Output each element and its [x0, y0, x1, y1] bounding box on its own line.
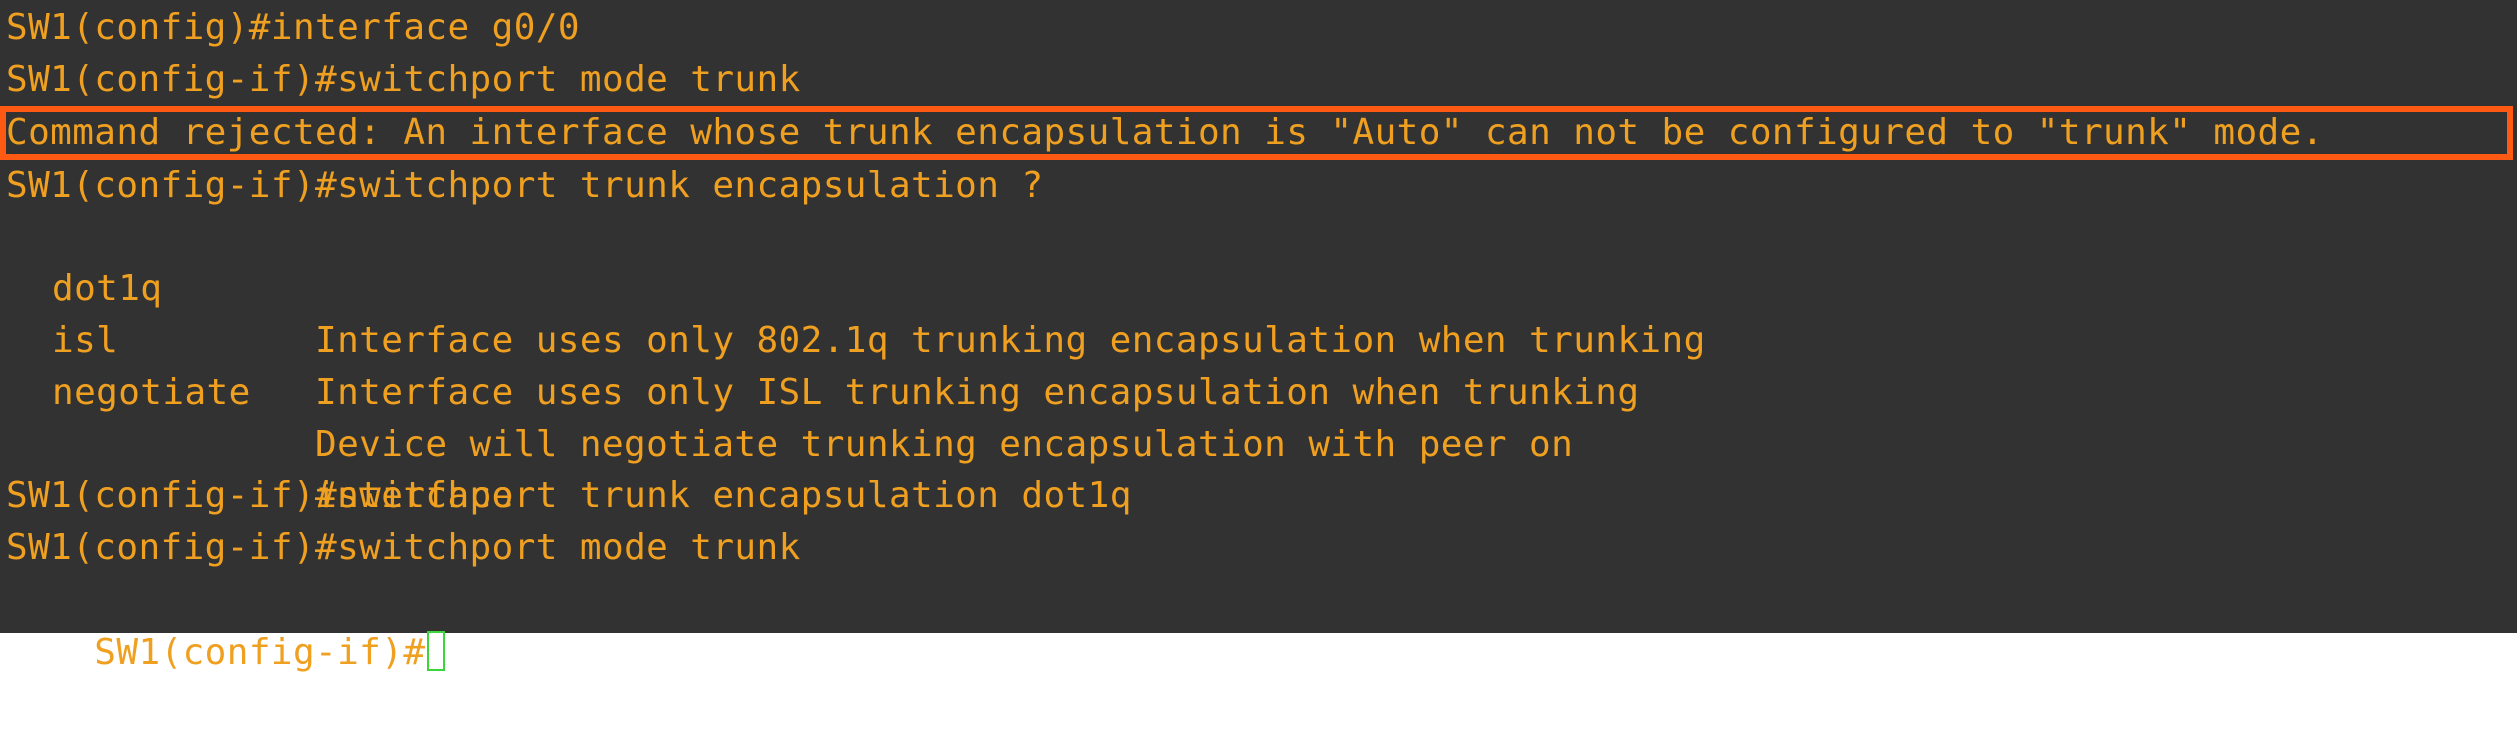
terminal-line: SW1(config-if)#switchport mode trunk: [6, 527, 801, 568]
help-row: negotiate Device will negotiate trunking…: [0, 315, 2517, 465]
help-description: Device will negotiate trunking encapsula…: [315, 424, 1574, 465]
terminal-line: SW1(config-if)#switchport mode trunk: [6, 59, 801, 100]
help-row: dot1q Interface uses only 802.1q trunkin…: [0, 211, 2517, 361]
terminal-line: SW1(config-if)#switchport trunk encapsul…: [6, 475, 1132, 516]
prompt-text: SW1(config-if)#: [94, 632, 426, 673]
terminal-window[interactable]: SW1(config)#interface g0/0 SW1(config-if…: [0, 0, 2517, 673]
error-message-line: Command rejected: An interface whose tru…: [6, 112, 2324, 153]
help-row: interface: [0, 366, 2517, 516]
block-cursor-icon[interactable]: [427, 631, 446, 671]
terminal-line: SW1(config)#interface g0/0: [6, 7, 580, 48]
terminal-line: SW1(config-if)#switchport trunk encapsul…: [6, 165, 1044, 206]
command-prompt-line[interactable]: SW1(config-if)#: [6, 575, 446, 673]
help-row: isl Interface uses only ISL trunking enc…: [0, 263, 2517, 413]
